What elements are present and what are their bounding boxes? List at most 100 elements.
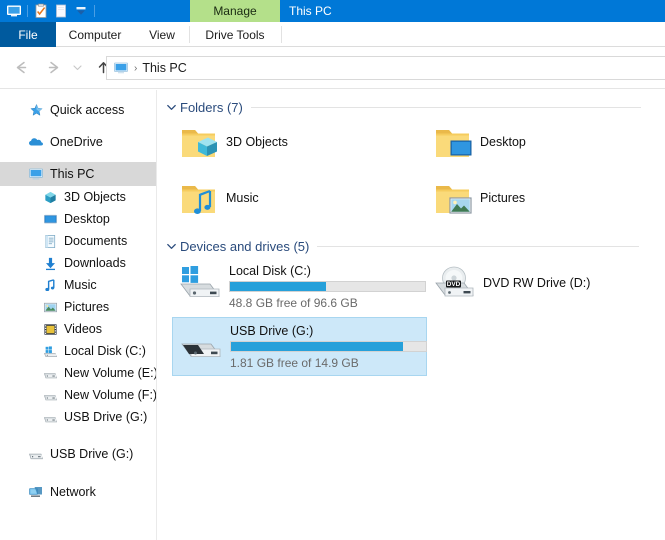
sidebar-item-usb-drive-g-label: USB Drive (G:) (50, 447, 134, 461)
folder-item-desktop[interactable]: Desktop (430, 122, 526, 166)
sidebar-item-documents[interactable]: Documents (0, 230, 156, 252)
ribbon-tab-strip: File Computer View Drive Tools (0, 22, 665, 47)
address-bar[interactable]: › This PC (106, 56, 665, 80)
breadcrumb-separator: › (134, 62, 138, 74)
sidebar-item-onedrive[interactable]: OneDrive (0, 130, 156, 154)
tab-view[interactable]: View (134, 22, 190, 47)
sidebar-gap-4 (0, 466, 156, 480)
drive-item-dvd-rw-d-body: DVD RW Drive (D:) (478, 262, 590, 293)
sidebar-item-this-pc-label: This PC (50, 167, 95, 181)
tab-file[interactable]: File (0, 22, 56, 47)
sidebar-item-this-pc[interactable]: This PC (0, 162, 156, 186)
drive-item-local-disk-c[interactable]: Local Disk (C:) 48.8 GB free of 96.6 GB (172, 258, 427, 315)
drive-item-usb-drive-g[interactable]: USB Drive (G:) 1.81 GB free of 14.9 GB (172, 317, 427, 376)
network-icon (28, 484, 44, 500)
sidebar-item-new-volume-f-label: New Volume (F:) (64, 388, 157, 402)
group-devices-title: Devices and drives (5) (180, 238, 310, 254)
tab-drive-tools-label: Drive Tools (205, 27, 265, 42)
this-pc-icon[interactable] (5, 2, 23, 20)
sidebar-item-3d-objects[interactable]: 3D Objects (0, 186, 156, 208)
drive-item-local-disk-c-label: Local Disk (C:) (229, 264, 311, 278)
folder-pictures-icon (430, 178, 476, 222)
content-pane: Folders (7) 3D Objects Desktop Music Pic… (158, 90, 665, 540)
customize-dropdown-icon[interactable] (72, 2, 90, 20)
sidebar-gap-3 (0, 428, 156, 442)
videos-icon (42, 321, 58, 337)
group-folders-rule (250, 106, 641, 108)
folder-item-pictures[interactable]: Pictures (430, 178, 525, 222)
quick-access-toolbar (0, 0, 98, 22)
star-pin-icon (28, 102, 44, 118)
properties-icon[interactable] (32, 2, 50, 20)
sidebar-item-music[interactable]: Music (0, 274, 156, 296)
sidebar-item-network[interactable]: Network (0, 480, 156, 504)
this-pc-icon (28, 166, 44, 182)
sidebar-item-downloads-label: Downloads (64, 256, 126, 270)
breadcrumb-this-pc[interactable]: This PC (142, 61, 186, 75)
drive-item-usb-drive-g-body: USB Drive (G:) 1.81 GB free of 14.9 GB (225, 322, 427, 370)
chevron-down-icon[interactable] (166, 102, 180, 113)
drive-usage-bar-local-disk-c (229, 281, 426, 292)
sidebar-item-quick-access-label: Quick access (50, 103, 125, 117)
title-bar: Manage This PC (0, 0, 665, 22)
sidebar-item-pictures[interactable]: Pictures (0, 296, 156, 318)
window-title: This PC (280, 0, 332, 22)
sidebar-item-desktop-label: Desktop (64, 212, 110, 226)
drive-item-usb-drive-g-capacity: 1.81 GB free of 14.9 GB (230, 356, 359, 370)
folder-item-music-label: Music (226, 191, 259, 205)
drive-icon (42, 387, 58, 403)
drive-icon (42, 365, 58, 381)
dvd-drive-icon: DVD (430, 262, 478, 306)
window-title-text: This PC (289, 4, 332, 18)
sidebar-item-desktop[interactable]: Desktop (0, 208, 156, 230)
drive-item-dvd-rw-d[interactable]: DVD DVD RW Drive (D:) (426, 258, 656, 311)
new-folder-icon[interactable] (52, 2, 70, 20)
contextual-tab-manage[interactable]: Manage (190, 0, 280, 22)
documents-icon (42, 233, 58, 249)
forward-arrow-icon[interactable] (40, 55, 66, 81)
back-arrow-icon[interactable] (8, 55, 34, 81)
3d-objects-icon (42, 189, 58, 205)
recent-locations-chevron-icon[interactable] (68, 55, 86, 81)
cloud-icon (28, 134, 44, 150)
sidebar-item-quick-access[interactable]: Quick access (0, 98, 156, 122)
sidebar-item-local-disk-c-label: Local Disk (C:) (64, 344, 146, 358)
desktop-icon (42, 211, 58, 227)
toolbar-divider (27, 5, 28, 17)
folder-item-music[interactable]: Music (176, 178, 259, 222)
sidebar-item-videos[interactable]: Videos (0, 318, 156, 340)
tab-computer[interactable]: Computer (56, 22, 134, 47)
address-bar-this-pc-icon (113, 60, 129, 76)
windows-drive-icon (42, 343, 58, 359)
drive-item-local-disk-c-capacity: 48.8 GB free of 96.6 GB (229, 296, 358, 310)
sidebar-item-usb-drive-g-nested-label: USB Drive (G:) (64, 410, 148, 424)
pictures-icon (42, 299, 58, 315)
tab-file-label: File (18, 27, 38, 42)
sidebar-item-new-volume-f[interactable]: New Volume (F:) (0, 384, 156, 406)
tab-divider-right (281, 26, 282, 43)
group-devices-rule (317, 245, 640, 247)
sidebar-item-downloads[interactable]: Downloads (0, 252, 156, 274)
drive-usage-bar-fill (231, 342, 403, 351)
chevron-down-icon[interactable] (166, 241, 180, 252)
navigation-pane[interactable]: Quick access OneDrive This PC 3D Objects… (0, 90, 157, 540)
tab-drive-tools[interactable]: Drive Tools (190, 22, 280, 47)
sidebar-item-usb-drive-g[interactable]: USB Drive (G:) (0, 442, 156, 466)
sidebar-item-documents-label: Documents (64, 234, 128, 248)
drive-usage-bar-fill (230, 282, 326, 291)
drive-icon (42, 409, 58, 425)
sidebar-item-videos-label: Videos (64, 322, 102, 336)
sidebar-item-local-disk-c[interactable]: Local Disk (C:) (0, 340, 156, 362)
folder-item-pictures-label: Pictures (480, 191, 526, 205)
sidebar-item-new-volume-e[interactable]: New Volume (E:) (0, 362, 156, 384)
sidebar-gap-1 (0, 122, 156, 130)
usb-drive-icon (177, 322, 225, 366)
folder-item-3d-objects[interactable]: 3D Objects (176, 122, 288, 166)
sidebar-item-usb-drive-g-nested[interactable]: USB Drive (G:) (0, 406, 156, 428)
folder-3d-objects-icon (176, 122, 222, 166)
group-folders-header[interactable]: Folders (7) (166, 97, 665, 117)
sidebar-top-spacer (0, 90, 156, 98)
drive-icon (28, 446, 44, 462)
group-devices-header[interactable]: Devices and drives (5) (166, 236, 665, 256)
drive-item-usb-drive-g-label: USB Drive (G:) (230, 324, 314, 338)
